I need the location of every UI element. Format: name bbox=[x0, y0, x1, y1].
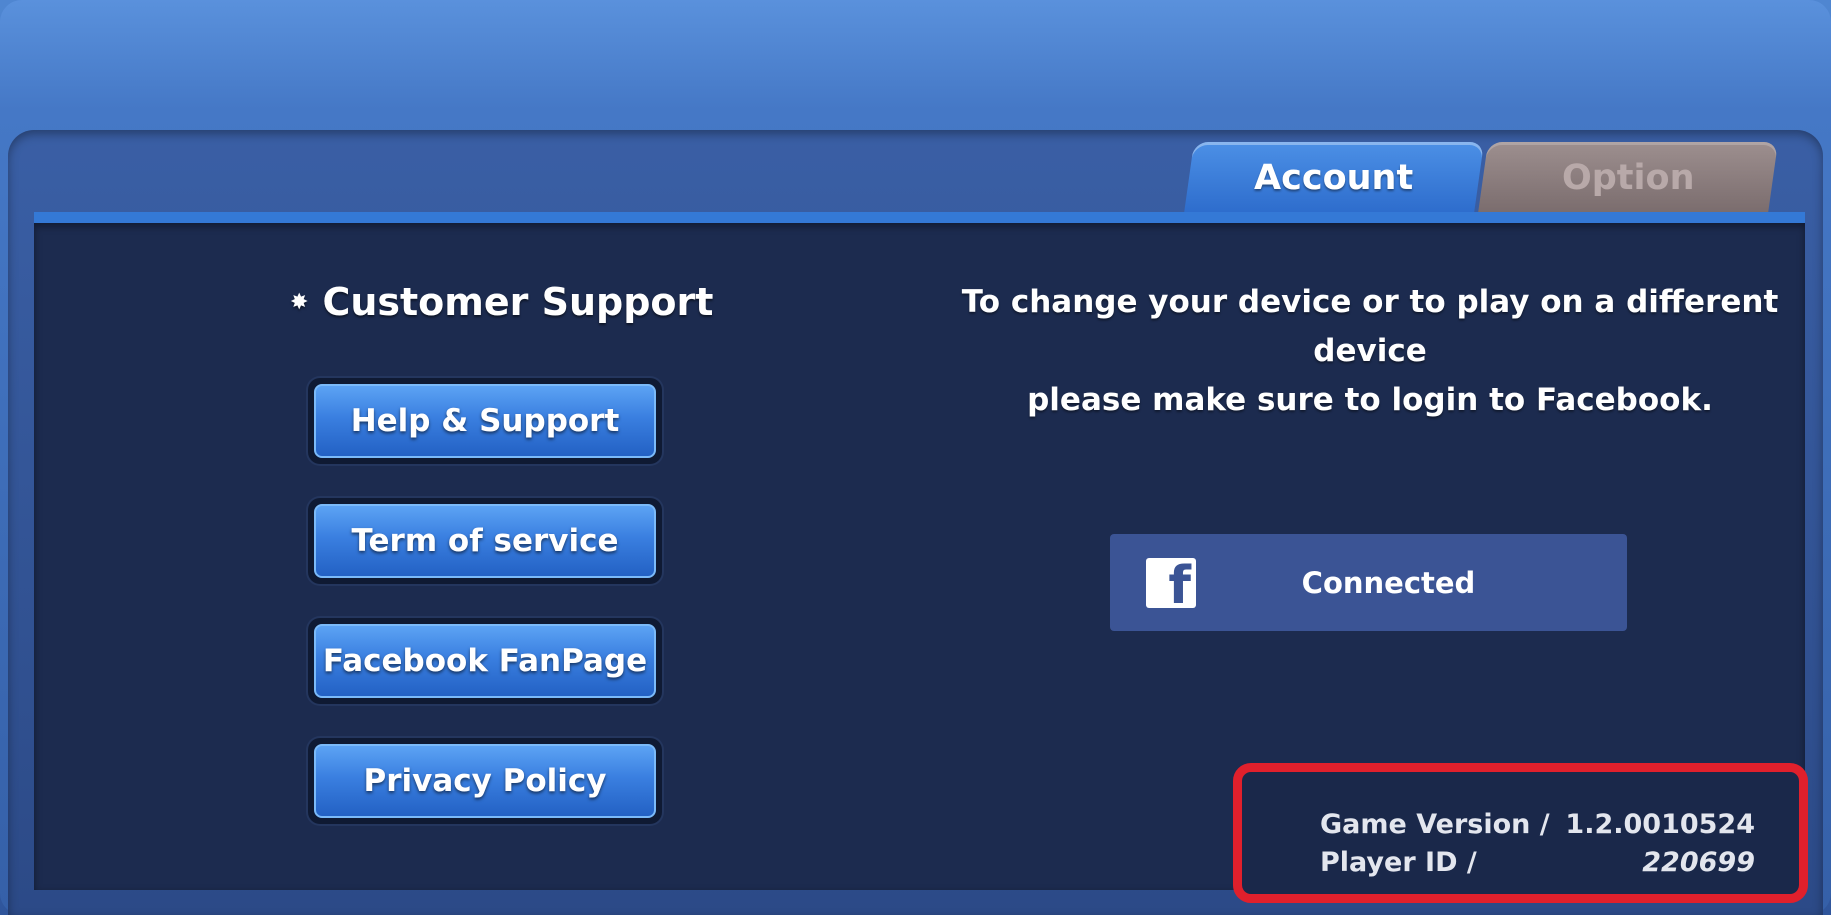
player-id-value: 220699 bbox=[1642, 846, 1755, 878]
version-info-box: Game Version / 1.2.0010524 Player ID / 2… bbox=[1233, 763, 1808, 903]
facebook-connect-button[interactable]: f Connected bbox=[1110, 534, 1627, 631]
game-version-label: Game Version / bbox=[1320, 808, 1550, 840]
game-version-row: Game Version / 1.2.0010524 bbox=[1320, 806, 1755, 842]
tab-account[interactable]: Account bbox=[1183, 142, 1485, 214]
player-id-label: Player ID / bbox=[1320, 846, 1477, 878]
device-change-message: To change your device or to play on a di… bbox=[930, 278, 1810, 425]
help-support-button-frame: Help & Support bbox=[308, 378, 662, 464]
privacy-policy-button-frame: Privacy Policy bbox=[308, 738, 662, 824]
message-line-1: To change your device or to play on a di… bbox=[961, 284, 1779, 369]
customer-support-heading: ✸ Customer Support bbox=[290, 278, 713, 326]
message-line-2: please make sure to login to Facebook. bbox=[1027, 382, 1713, 418]
customer-support-title: Customer Support bbox=[322, 280, 714, 324]
game-version-value: 1.2.0010524 bbox=[1565, 808, 1755, 840]
help-support-button[interactable]: Help & Support bbox=[314, 384, 656, 458]
player-id-row: Player ID / 220699 bbox=[1320, 844, 1755, 880]
terms-of-service-button-frame: Term of service bbox=[308, 498, 662, 584]
tab-option-label: Option bbox=[1561, 158, 1695, 198]
facebook-fanpage-button[interactable]: Facebook FanPage bbox=[314, 624, 656, 698]
tab-option[interactable]: Option bbox=[1477, 142, 1779, 214]
terms-of-service-button[interactable]: Term of service bbox=[314, 504, 656, 578]
privacy-policy-button[interactable]: Privacy Policy bbox=[314, 744, 656, 818]
gear-icon: ✸ bbox=[290, 289, 309, 315]
facebook-fanpage-button-frame: Facebook FanPage bbox=[308, 618, 662, 704]
tab-account-label: Account bbox=[1254, 158, 1414, 198]
facebook-connect-label: Connected bbox=[1301, 565, 1476, 600]
